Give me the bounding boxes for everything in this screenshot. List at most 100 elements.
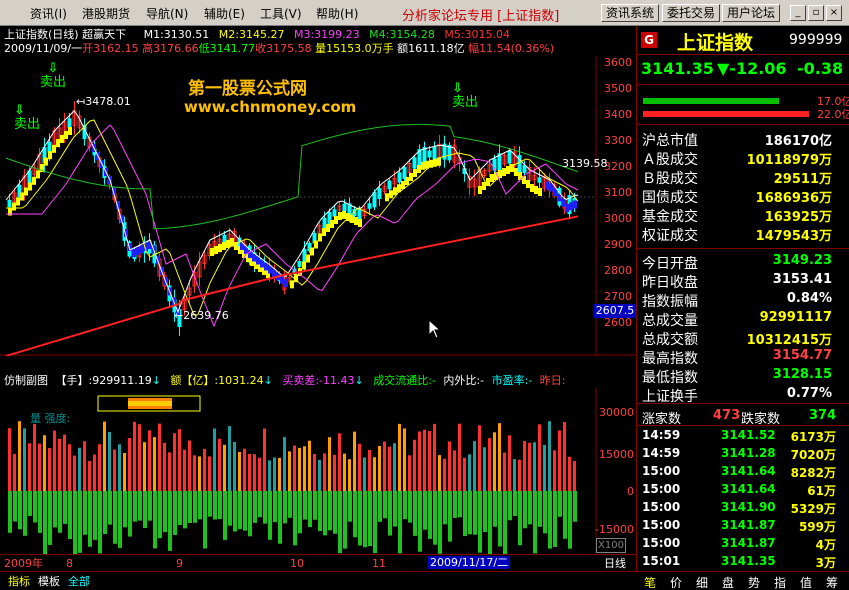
volume-bar-up: [48, 448, 51, 491]
x-label-oct: 10: [290, 557, 304, 570]
volume-bar-down: [203, 491, 207, 549]
volume-bar-up: [513, 459, 516, 491]
volume-bar-up: [553, 450, 556, 491]
tab-all[interactable]: 全部: [68, 575, 90, 588]
tick-volume: 3万: [815, 556, 836, 570]
period-label[interactable]: 日线: [604, 557, 626, 570]
volume-bar-up: [88, 460, 91, 491]
stat-row: Ｂ股成交 29511万: [637, 166, 849, 187]
tick-volume: 61万: [807, 484, 836, 498]
volume-bar-down: [118, 491, 122, 548]
candle-body: [412, 157, 417, 169]
band-block: [393, 187, 397, 196]
volume-bar-up: [478, 425, 481, 491]
right-tab[interactable]: 值: [800, 574, 812, 590]
tick-volume: 5329万: [790, 502, 836, 516]
restore-icon[interactable]: ▫: [808, 5, 824, 21]
volume-bar-down: [303, 491, 307, 520]
quote-value: 3153.41: [772, 272, 832, 287]
ma-lines: [5, 110, 579, 356]
right-tab[interactable]: 盘: [722, 574, 734, 590]
menu-navigate[interactable]: 导航(N): [146, 5, 188, 22]
menu-tools[interactable]: 工具(V): [260, 5, 302, 22]
menu-help[interactable]: 帮助(H): [316, 5, 358, 22]
volume-bar-down: [183, 491, 187, 529]
band-block: [140, 245, 144, 253]
trade-button[interactable]: 委托交易: [662, 4, 721, 22]
ma4-value: M4:3154.28: [369, 28, 435, 41]
volume-bars: [8, 421, 577, 554]
quote-row: 最高指数 3154.77: [637, 346, 849, 367]
bar-date: 2009/11/09/一: [4, 42, 83, 55]
volume-bar-down: [383, 491, 387, 519]
volume-bar-up: [108, 432, 111, 491]
volume-bar-up: [403, 428, 406, 491]
tick-volume: 599万: [798, 520, 836, 534]
volume-bar-down: [428, 491, 432, 539]
right-tab[interactable]: 势: [748, 574, 760, 590]
volume-bar-down: [138, 491, 142, 521]
volume-bar-up: [488, 438, 491, 491]
forum-button[interactable]: 用户论坛: [722, 4, 781, 22]
volume-bar-down: [68, 491, 72, 540]
band-block: [28, 182, 32, 191]
close-icon[interactable]: ×: [826, 5, 842, 21]
volume-bar-down: [448, 491, 452, 542]
ma3-value: M3:3199.23: [293, 28, 360, 41]
right-tab[interactable]: 笔: [644, 574, 656, 590]
tick-price: 3141.87: [721, 536, 776, 550]
menu-info[interactable]: 资讯(I): [30, 5, 67, 22]
volume-bar-down: [93, 491, 97, 540]
menu-assist[interactable]: 辅助(E): [204, 5, 245, 22]
y-tick-label: 2700: [604, 290, 632, 303]
volume-bar-down: [273, 491, 277, 523]
right-tab[interactable]: 价: [670, 574, 682, 590]
quote-stats: 今日开盘 3149.23 昨日收盘 3153.41 指数振幅 0.84% 总成交量 92991…: [637, 251, 849, 406]
volume-bar-up: [198, 456, 201, 491]
minimize-icon[interactable]: _: [790, 5, 806, 21]
candle-group: [7, 101, 577, 336]
bar-high: 高3176.66: [142, 42, 199, 55]
tick-time: 15:00: [642, 518, 681, 532]
quote-value: 3154.77: [772, 348, 832, 363]
volume-bar-down: [318, 491, 322, 532]
volume-bar-up: [473, 441, 476, 491]
volume-bar-up: [388, 446, 391, 491]
volume-bar-up: [168, 452, 171, 491]
tab-template[interactable]: 模板: [38, 575, 60, 588]
volume-bar-up: [433, 423, 436, 491]
volume-bar-up: [538, 424, 541, 491]
menu-hk-futures[interactable]: 港股期货: [82, 5, 130, 22]
right-tab[interactable]: 指: [774, 574, 786, 590]
volume-bar-up: [193, 455, 196, 491]
candle-body: [322, 217, 327, 229]
volume-bar-down: [88, 491, 92, 547]
y-tick-label: 2900: [604, 238, 632, 251]
ma5-value: M5:3015.04: [444, 28, 511, 41]
tick-volume: 7020万: [790, 448, 836, 462]
x-label-aug: 8: [66, 557, 73, 570]
volume-bar-down: [78, 491, 82, 553]
band-block: [284, 279, 288, 288]
menu-bar: 资讯(I) 港股期货 导航(N) 辅助(E) 工具(V) 帮助(H) 分析家论坛…: [0, 0, 849, 26]
scale-button[interactable]: X100: [596, 538, 626, 553]
volume-bar-up: [228, 426, 231, 491]
volume-bar-up: [53, 430, 56, 491]
indicator-chart[interactable]: [0, 388, 636, 554]
band-block: [561, 198, 565, 207]
volume-bar-up: [128, 437, 131, 491]
down-count: 374: [809, 408, 837, 423]
right-tab[interactable]: 筹: [826, 574, 838, 590]
tab-indicator[interactable]: 指标: [8, 575, 30, 588]
info-system-button[interactable]: 资讯系统: [601, 4, 660, 22]
y-tick-label: 2800: [604, 264, 632, 277]
volume-bar-down: [8, 491, 12, 533]
bar-close: 收3175.58: [255, 42, 312, 55]
tick-price: 3141.87: [721, 518, 776, 532]
volume-bar-up: [8, 428, 11, 491]
chart-area[interactable]: 上证指数(日线) 超赢天下 M1:3130.51 M2:3145.27 M3:3…: [0, 26, 636, 571]
flag-badge: G: [641, 32, 657, 48]
right-tab[interactable]: 细: [696, 574, 708, 590]
volume-bar-down: [168, 491, 172, 551]
band-block: [342, 211, 346, 219]
